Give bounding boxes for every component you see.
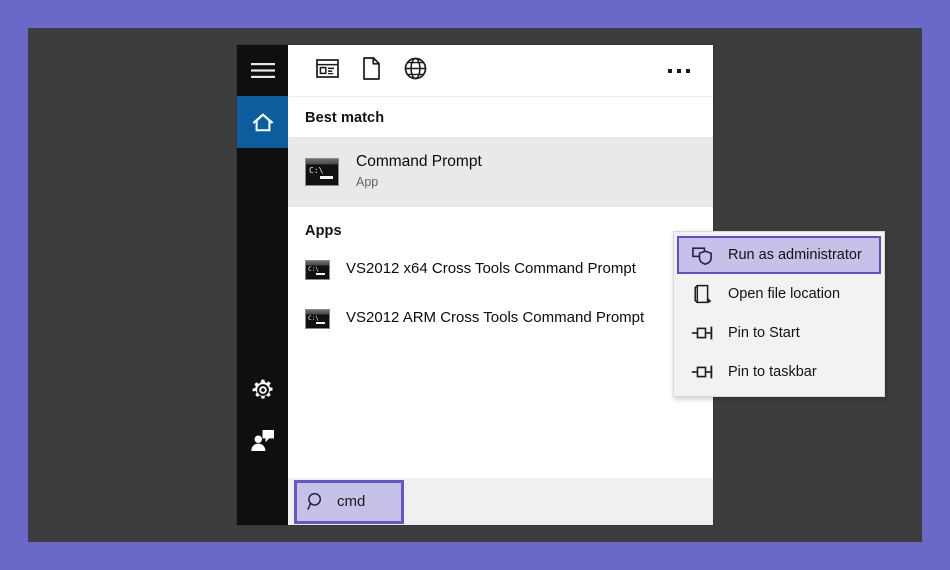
desktop-background: Best match C:\ Command Prompt App Apps C… [28, 28, 922, 542]
result-row-best-match[interactable]: C:\ Command Prompt App [288, 137, 713, 207]
command-prompt-icon-text: C:\ [309, 166, 324, 175]
context-menu: Run as administrator Open file location [673, 231, 885, 397]
result-subtitle: App [356, 175, 379, 190]
sidebar-item-home[interactable] [237, 96, 288, 148]
shield-admin-icon [688, 246, 716, 265]
sidebar-item-hamburger[interactable] [237, 45, 288, 96]
result-row-app[interactable]: C:\ VS2012 ARM Cross Tools Command Promp… [288, 297, 713, 340]
result-icon: C:\ [305, 158, 339, 186]
search-input-value: cmd [337, 493, 366, 510]
magnifier-icon [307, 492, 326, 511]
menu-item-pin-to-start[interactable]: Pin to Start [674, 313, 884, 352]
sidebar-item-feedback[interactable] [237, 415, 288, 466]
result-title: Command Prompt [356, 152, 482, 170]
result-icon: C:\ [305, 259, 330, 280]
searchbar-rail-pad [237, 478, 288, 525]
home-icon [251, 111, 275, 133]
taskbar-search-bar: cmd [237, 478, 713, 525]
apps-window-icon [315, 58, 339, 83]
open-folder-icon [688, 284, 716, 304]
result-text-block: Command Prompt App [356, 152, 482, 192]
section-header-best-match: Best match [305, 110, 385, 126]
documents-filter-button[interactable] [349, 51, 393, 91]
rail-spacer [237, 148, 288, 364]
panel-body: Best match C:\ Command Prompt App Apps C… [237, 45, 885, 478]
result-row-app[interactable]: C:\ VS2012 x64 Cross Tools Command Promp… [288, 248, 713, 291]
globe-icon [404, 57, 427, 85]
search-input[interactable]: cmd [294, 479, 404, 524]
gear-icon [251, 378, 275, 402]
result-text-block: VS2012 ARM Cross Tools Command Prompt [346, 309, 644, 328]
menu-item-open-file-location[interactable]: Open file location [674, 274, 884, 313]
command-prompt-icon: C:\ [305, 259, 330, 280]
result-title: VS2012 x64 Cross Tools Command Prompt [346, 260, 636, 278]
section-header-apps: Apps [305, 223, 342, 239]
menu-item-label: Run as administrator [728, 247, 862, 263]
result-icon: C:\ [305, 308, 330, 329]
start-menu-search-panel: Best match C:\ Command Prompt App Apps C… [237, 45, 885, 525]
left-navigation-rail [237, 45, 288, 478]
pin-icon [688, 325, 716, 341]
menu-item-label: Pin to Start [728, 324, 800, 341]
pin-icon [688, 364, 716, 380]
menu-item-run-as-administrator[interactable]: Run as administrator [677, 236, 881, 274]
command-prompt-icon: C:\ [305, 308, 330, 329]
sidebar-item-settings[interactable] [237, 364, 288, 415]
menu-item-label: Open file location [728, 285, 841, 302]
more-options-button[interactable] [659, 51, 699, 91]
ellipsis-icon [668, 68, 690, 73]
apps-filter-button[interactable] [305, 51, 349, 91]
command-prompt-icon: C:\ [305, 158, 339, 186]
menu-item-pin-to-taskbar[interactable]: Pin to taskbar [674, 352, 884, 391]
filter-toolbar [288, 45, 713, 97]
result-text-block: VS2012 x64 Cross Tools Command Prompt [346, 260, 636, 279]
search-results-list: Best match C:\ Command Prompt App Apps C… [288, 97, 713, 478]
document-page-icon [362, 56, 381, 85]
feedback-person-icon [250, 429, 275, 452]
result-title: VS2012 ARM Cross Tools Command Prompt [346, 309, 645, 327]
panel-content-column: Best match C:\ Command Prompt App Apps C… [288, 45, 713, 478]
menu-item-label: Pin to taskbar [728, 363, 817, 380]
hamburger-menu-icon [250, 62, 275, 79]
web-filter-button[interactable] [393, 51, 437, 91]
